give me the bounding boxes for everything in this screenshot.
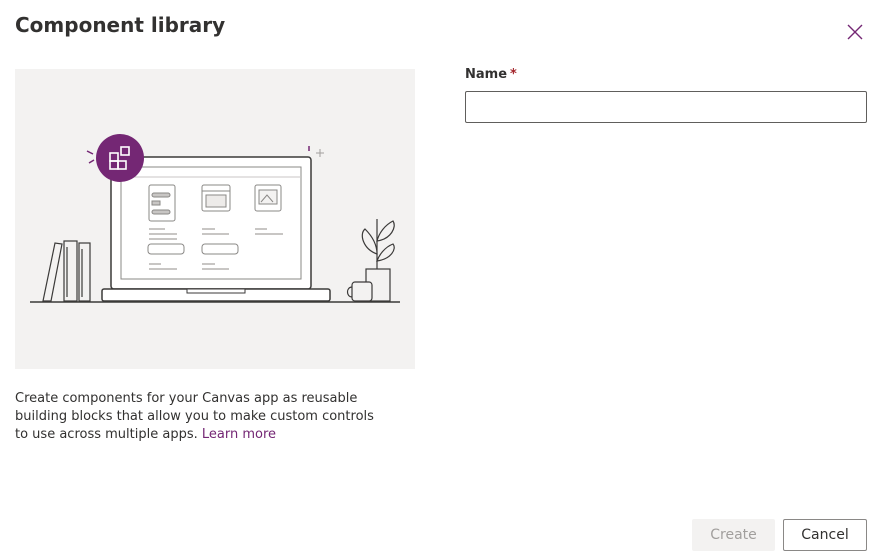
cancel-button[interactable]: Cancel [783,519,867,551]
close-button[interactable] [843,20,867,44]
dialog-title: Component library [15,13,226,37]
description: Create components for your Canvas app as… [15,390,375,444]
name-field-label: Name * [465,67,517,82]
name-label-text: Name [465,67,508,82]
learn-more-link[interactable]: Learn more [202,427,276,442]
close-icon [847,24,863,40]
create-button[interactable]: Create [692,519,775,551]
component-library-illustration [15,69,415,369]
required-marker: * [510,67,517,82]
name-input[interactable] [465,91,867,123]
description-text: Create components for your Canvas app as… [15,391,374,442]
